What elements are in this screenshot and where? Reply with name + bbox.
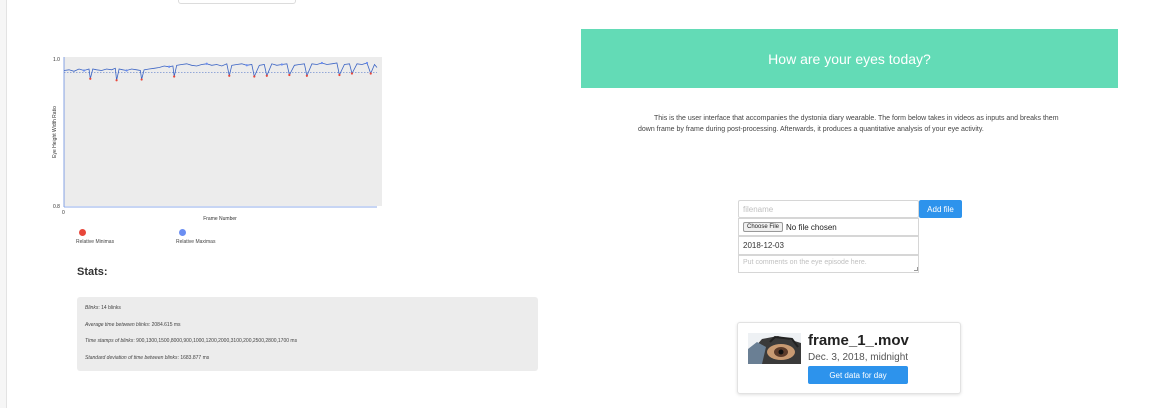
maxima-point [365, 61, 369, 65]
header-banner: How are your eyes today? [581, 29, 1118, 88]
legend-minima-label: Relative Minimas [76, 239, 115, 245]
legend-item-maxima: Relative Maximas [176, 229, 256, 245]
stat-average-label: Average time between blinks [85, 321, 149, 328]
minima-point [140, 78, 143, 81]
minima-point [350, 72, 354, 75]
minima-point [288, 73, 291, 77]
x-axis-label: Frame Number [203, 216, 237, 222]
y-tick-bottom: 0.8 [53, 204, 60, 210]
stat-timestamps-value: : 900,1300,1500,8000,900,1000,1200,2000,… [133, 338, 298, 344]
top-partial-element [178, 0, 296, 4]
stats-panel: Blinks: 14 blinks Average time between b… [77, 297, 538, 371]
chart-legend: Relative Minimas Relative Maximas [76, 229, 276, 249]
date-input[interactable] [738, 236, 919, 255]
choose-file-button[interactable]: Choose File [743, 222, 784, 232]
maxima-point [280, 63, 283, 66]
card-filename: frame_1_.mov [808, 332, 909, 349]
minima-point [305, 74, 308, 77]
banner-title: How are your eyes today? [768, 50, 931, 67]
stat-blinks-label: Blinks [85, 305, 99, 311]
minima-point [369, 72, 372, 75]
legend-maxima-dot [179, 229, 186, 236]
comment-textarea[interactable] [738, 255, 919, 273]
minima-point [265, 74, 268, 77]
stat-blinks-value: : 14 blinks [98, 305, 121, 311]
legend-item-minima: Relative Minimas [76, 229, 156, 245]
stat-std-label: Standard deviation of time between blink… [85, 354, 178, 361]
y-tick-top: 1.0 [53, 57, 60, 63]
minima-point [89, 77, 92, 80]
stats-heading: Stats: [77, 266, 108, 278]
card-date: Dec. 3, 2018, midnight [808, 352, 909, 363]
minima-point [115, 79, 118, 82]
stat-average-value: : 2084.615 ms [148, 321, 181, 328]
left-edge-panel [0, 0, 7, 408]
stat-blinks: Blinks: 14 blinks [85, 305, 530, 322]
maxima-point [320, 61, 324, 65]
minima-point [173, 75, 176, 78]
add-file-button[interactable]: Add file [919, 200, 962, 218]
textarea-resize-handle[interactable] [914, 267, 918, 271]
maxima-point [205, 62, 208, 65]
maxima-point [245, 64, 248, 67]
filename-input[interactable] [738, 200, 919, 218]
get-data-button[interactable]: Get data for day [808, 366, 908, 384]
minima-point [253, 75, 256, 78]
stat-timestamps: Time stamps of blinks: 900,1300,1500,800… [85, 338, 530, 355]
stat-std: Standard deviation of time between blink… [85, 355, 530, 372]
blink-chart-svg: 1.0 0.8 0 Frame Number Eye Height Width … [52, 57, 382, 222]
legend-maxima-label: Relative Maximas [176, 239, 216, 245]
file-card: frame_1_.mov Dec. 3, 2018, midnight Get … [737, 322, 961, 394]
file-picker[interactable]: Choose File No file chosen [738, 218, 919, 236]
minima-point [228, 74, 231, 77]
plot-area [64, 57, 382, 206]
intro-paragraph: This is the user interface that accompan… [638, 115, 1059, 133]
maxima-point [125, 69, 128, 72]
legend-minima-dot [79, 229, 86, 236]
eye-video-thumbnail-icon [748, 333, 801, 364]
x-tick-0: 0 [62, 210, 65, 216]
stat-std-value: : 1683.877 ms [177, 354, 210, 361]
stat-average: Average time between blinks: 2084.615 ms [85, 322, 530, 339]
maxima-point [168, 65, 171, 68]
minima-point [338, 73, 341, 77]
stat-timestamps-label: Time stamps of blinks [85, 338, 134, 344]
blink-chart: 1.0 0.8 0 Frame Number Eye Height Width … [40, 50, 390, 230]
y-axis-label: Eye Height Width Ratio [52, 106, 58, 158]
no-file-text: No file chosen [786, 222, 837, 232]
maxima-point [82, 69, 86, 72]
